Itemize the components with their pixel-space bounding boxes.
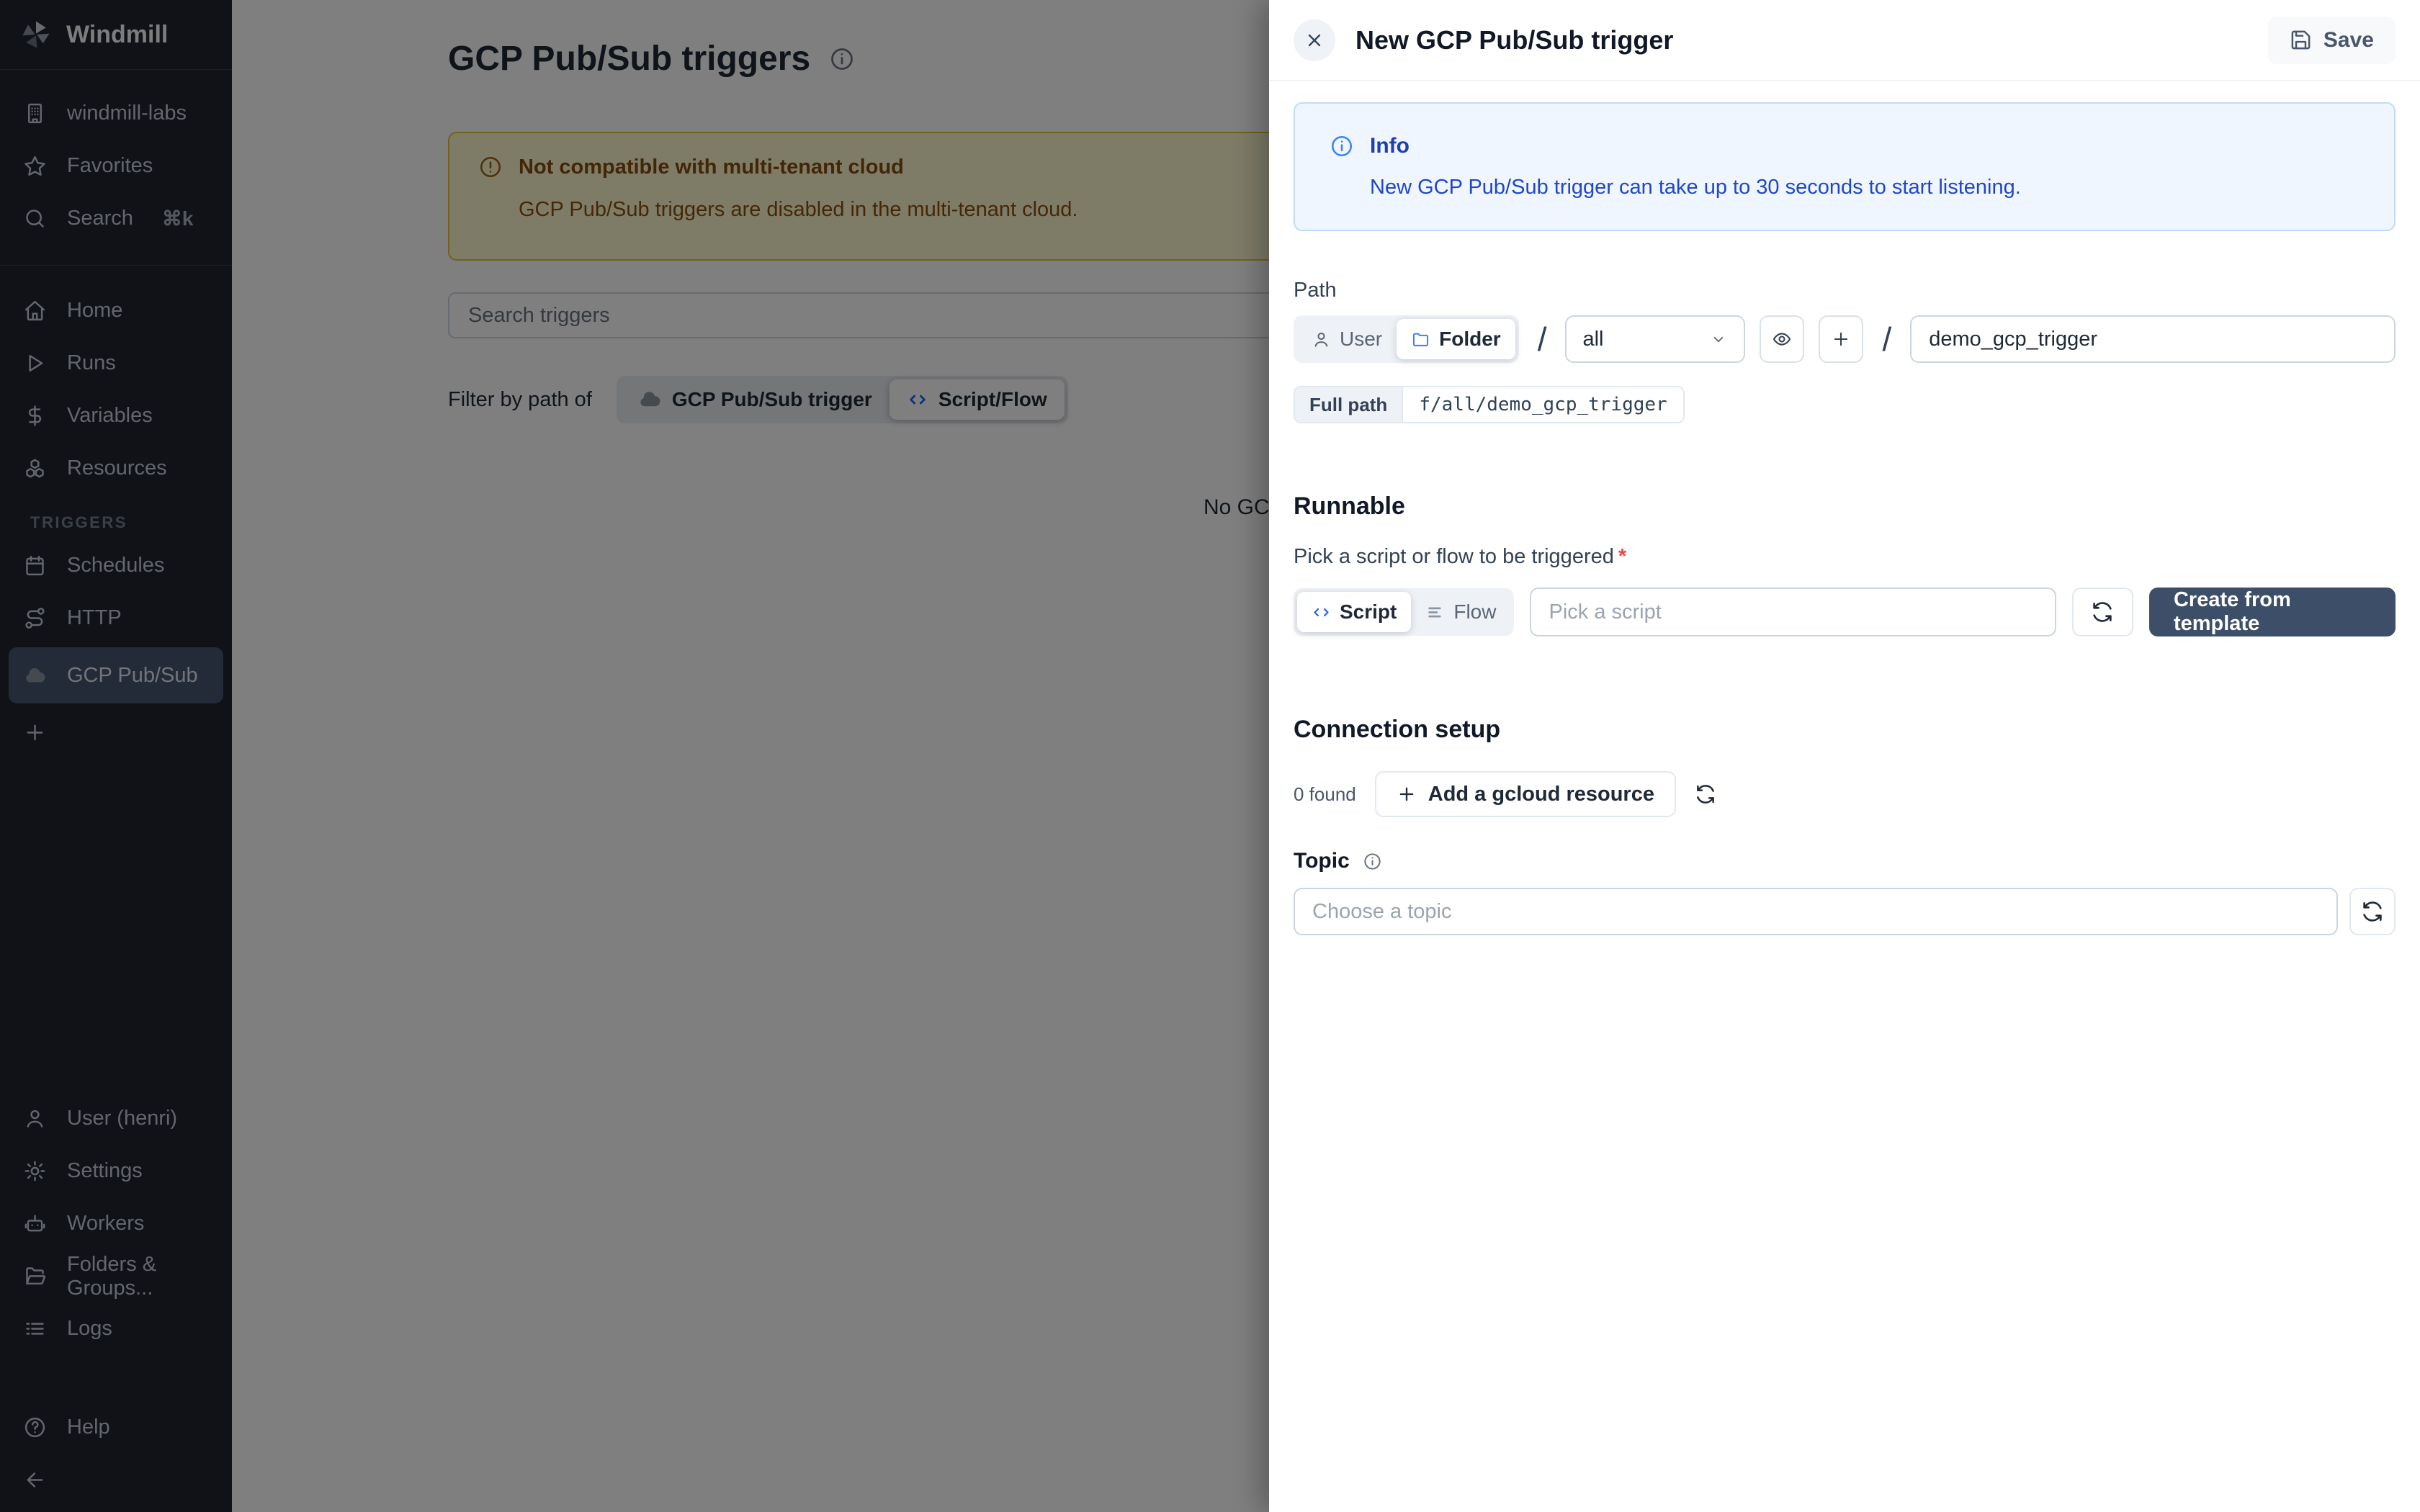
close-drawer-button[interactable] — [1294, 19, 1335, 61]
script-option[interactable]: Script — [1297, 592, 1411, 632]
connection-heading: Connection setup — [1294, 716, 2396, 744]
runnable-heading: Runnable — [1294, 492, 2396, 521]
full-path-value: f/all/demo_gcp_trigger — [1402, 387, 1682, 422]
owner-option-label: User — [1340, 328, 1382, 351]
owner-folder-option[interactable]: Folder — [1397, 319, 1515, 359]
runnable-option-label: Script — [1340, 600, 1397, 624]
folder-icon — [1411, 330, 1430, 349]
refresh-icon — [2361, 900, 2384, 923]
info-banner: Info New GCP Pub/Sub trigger can take up… — [1294, 102, 2396, 231]
refresh-topics-button[interactable] — [2349, 888, 2396, 935]
full-path-label: Full path — [1295, 387, 1402, 422]
refresh-scripts-button[interactable] — [2072, 588, 2133, 636]
path-label: Path — [1294, 279, 2396, 302]
runnable-sublabel: Pick a script or flow to be triggered — [1294, 545, 1614, 568]
save-label: Save — [2323, 28, 2374, 53]
create-from-template-label: Create from template — [2174, 588, 2371, 636]
required-mark: * — [1618, 545, 1626, 568]
create-from-template-button[interactable]: Create from template — [2149, 588, 2396, 636]
info-title: Info — [1370, 134, 1410, 158]
info-circle-icon — [1330, 134, 1354, 158]
topic-input[interactable] — [1294, 888, 2338, 935]
topic-heading: Topic — [1294, 849, 1350, 873]
full-path-chip: Full path f/all/demo_gcp_trigger — [1294, 386, 1685, 423]
trigger-name-input[interactable] — [1910, 315, 2396, 363]
path-separator: / — [1882, 320, 1891, 359]
code-icon — [1312, 603, 1331, 622]
plus-icon — [1831, 329, 1851, 349]
add-folder-button[interactable] — [1819, 315, 1863, 363]
close-icon — [1304, 30, 1325, 50]
flow-lines-icon — [1425, 603, 1445, 622]
add-gcloud-resource-label: Add a gcloud resource — [1428, 783, 1654, 806]
owner-kind-toggle: User Folder — [1294, 315, 1519, 363]
plus-icon — [1397, 784, 1417, 804]
add-gcloud-resource-button[interactable]: Add a gcloud resource — [1375, 771, 1676, 817]
refresh-icon — [1695, 783, 1716, 805]
owner-option-label: Folder — [1439, 328, 1501, 351]
save-button[interactable]: Save — [2268, 17, 2396, 64]
pick-script-input[interactable] — [1530, 588, 2056, 636]
folder-select[interactable]: all — [1565, 315, 1745, 363]
flow-option[interactable]: Flow — [1411, 592, 1510, 632]
resources-found-count: 0 found — [1294, 783, 1356, 806]
chevron-down-icon — [1709, 330, 1728, 348]
drawer-title: New GCP Pub/Sub trigger — [1355, 25, 1673, 55]
path-separator: / — [1538, 320, 1547, 359]
refresh-icon — [2091, 600, 2114, 624]
refresh-resources-button[interactable] — [1695, 783, 1716, 805]
user-icon — [1312, 330, 1331, 349]
drawer-backdrop[interactable] — [0, 0, 1269, 1512]
folder-select-value: all — [1582, 328, 1603, 351]
save-icon — [2290, 29, 2312, 51]
info-icon[interactable] — [1363, 852, 1382, 871]
owner-user-option[interactable]: User — [1297, 319, 1397, 359]
new-trigger-drawer: New GCP Pub/Sub trigger Save Info New GC… — [1269, 0, 2420, 1512]
eye-icon — [1772, 329, 1792, 349]
info-body: New GCP Pub/Sub trigger can take up to 3… — [1370, 176, 2360, 199]
runnable-kind-toggle: Script Flow — [1294, 588, 1514, 636]
runnable-option-label: Flow — [1453, 600, 1496, 624]
view-folder-button[interactable] — [1760, 315, 1804, 363]
